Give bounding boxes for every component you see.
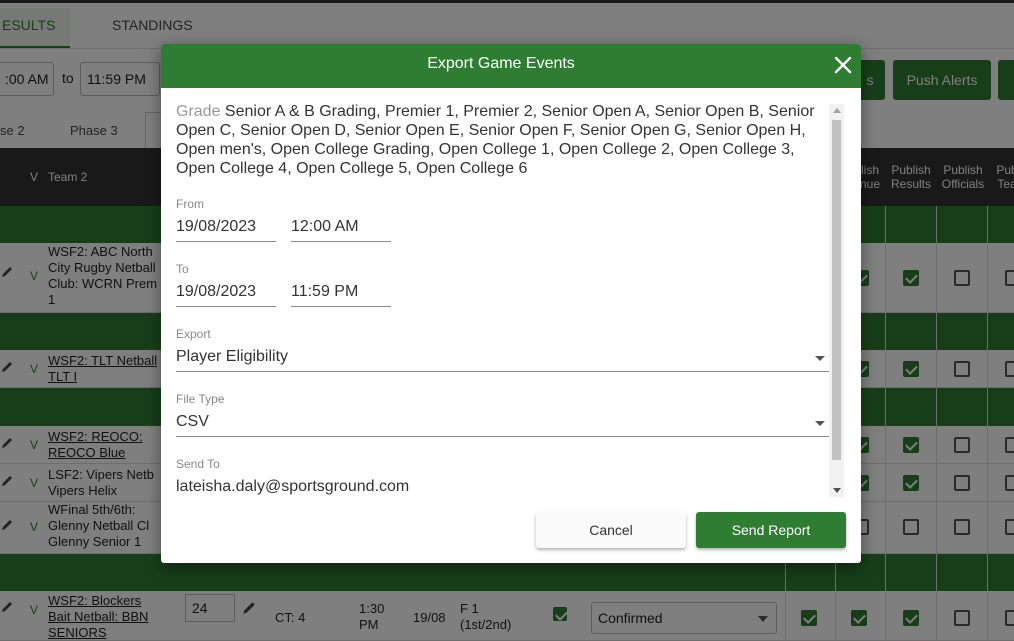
chevron-down-icon <box>815 356 825 361</box>
dialog-header: Export Game Events <box>161 44 861 88</box>
export-select[interactable]: Player Eligibility <box>176 345 829 372</box>
from-time-field[interactable]: 12:00 AM <box>291 215 391 242</box>
to-date-field[interactable]: 19/08/2023 <box>176 280 276 307</box>
sendto-label: Send To <box>176 457 220 471</box>
scrollbar-thumb[interactable] <box>832 120 841 460</box>
from-label: From <box>176 197 204 211</box>
grade-label: Grade <box>176 103 221 120</box>
export-value: Player Eligibility <box>176 348 289 365</box>
from-date-field[interactable]: 19/08/2023 <box>176 215 276 242</box>
chevron-down-icon <box>815 421 825 426</box>
grade-field: Grade Senior A & B Grading, Premier 1, P… <box>176 102 831 178</box>
dialog-scrollbar[interactable] <box>829 104 844 497</box>
send-report-button[interactable]: Send Report <box>696 512 846 548</box>
close-icon[interactable] <box>833 55 853 75</box>
dialog-title: Export Game Events <box>427 55 575 72</box>
grade-value: Senior A & B Grading, Premier 1, Premier… <box>176 103 815 177</box>
filetype-select[interactable]: CSV <box>176 410 829 437</box>
to-time-field[interactable]: 11:59 PM <box>291 280 391 307</box>
to-label: To <box>176 262 189 276</box>
scroll-up-icon[interactable] <box>833 108 841 113</box>
dialog-body: Grade Senior A & B Grading, Premier 1, P… <box>176 102 831 497</box>
filetype-value: CSV <box>176 413 209 430</box>
scroll-down-icon[interactable] <box>833 488 841 493</box>
sendto-field[interactable]: lateisha.daly@sportsground.com <box>176 475 829 497</box>
cancel-button[interactable]: Cancel <box>536 512 686 548</box>
export-game-events-dialog: Export Game Events Grade Senior A & B Gr… <box>161 44 861 563</box>
export-label: Export <box>176 327 211 341</box>
filetype-label: File Type <box>176 392 225 406</box>
